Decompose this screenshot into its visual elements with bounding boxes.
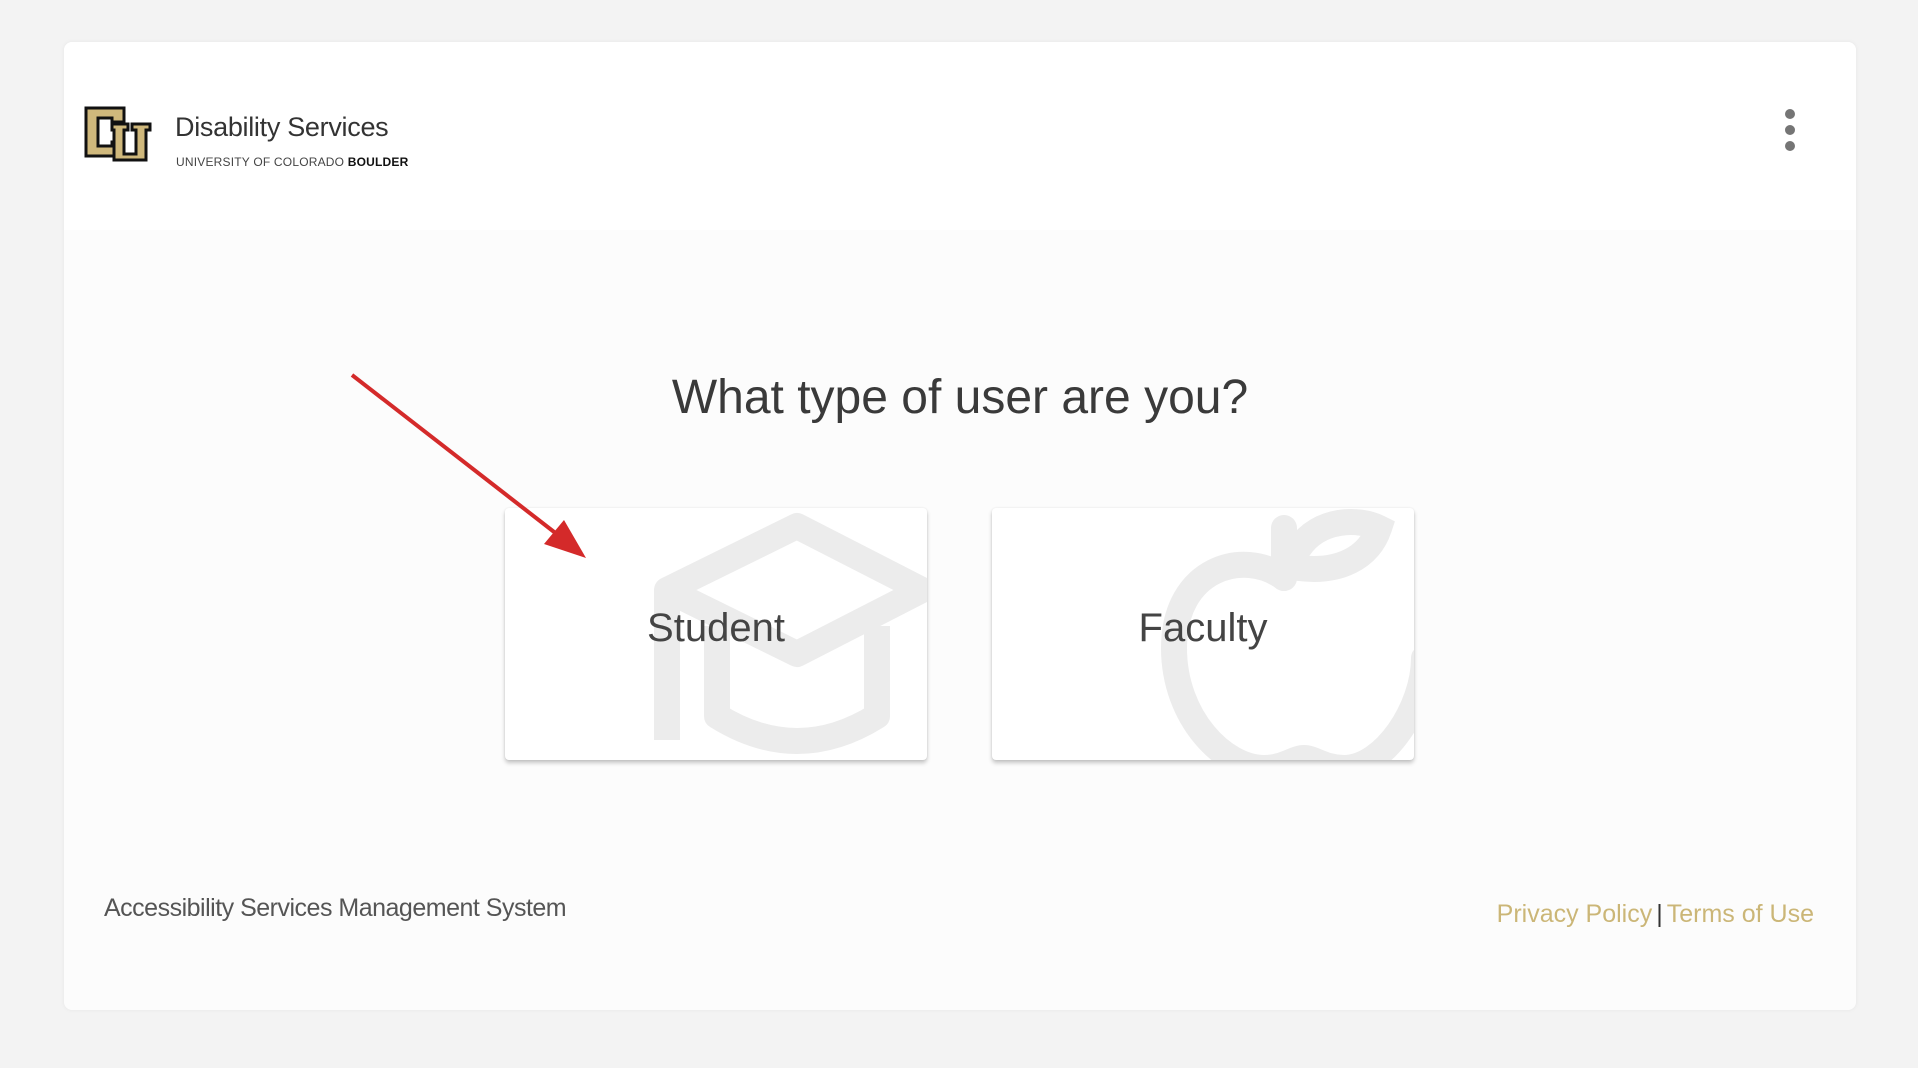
footer-links: Privacy Policy | Terms of Use	[1497, 900, 1814, 929]
page-question: What type of user are you?	[671, 371, 1249, 425]
brand-subtitle: UNIVERSITY OF COLORADO BOULDER	[176, 155, 409, 169]
faculty-button[interactable]: Faculty	[992, 508, 1414, 760]
header: Disability Services UNIVERSITY OF COLORA…	[64, 42, 1856, 230]
terms-of-use-link[interactable]: Terms of Use	[1667, 900, 1814, 928]
student-label: Student	[647, 605, 785, 650]
more-vert-icon-dot	[1785, 125, 1795, 135]
more-vert-icon	[1785, 109, 1795, 119]
student-button[interactable]: Student	[505, 508, 927, 760]
link-separator: |	[1656, 900, 1663, 928]
more-vert-icon-dot	[1785, 141, 1795, 151]
brand-subtitle-bold: BOULDER	[347, 155, 409, 169]
brand-subtitle-prefix: UNIVERSITY OF COLORADO	[176, 155, 345, 169]
more-menu-button[interactable]	[1770, 100, 1810, 160]
main-card: Disability Services UNIVERSITY OF COLORA…	[64, 42, 1856, 1010]
privacy-policy-link[interactable]: Privacy Policy	[1497, 900, 1653, 928]
cu-logo-icon[interactable]	[82, 98, 158, 174]
brand-title: Disability Services	[175, 112, 389, 142]
system-name: Accessibility Services Management System	[104, 894, 567, 922]
faculty-label: Faculty	[1138, 605, 1268, 650]
